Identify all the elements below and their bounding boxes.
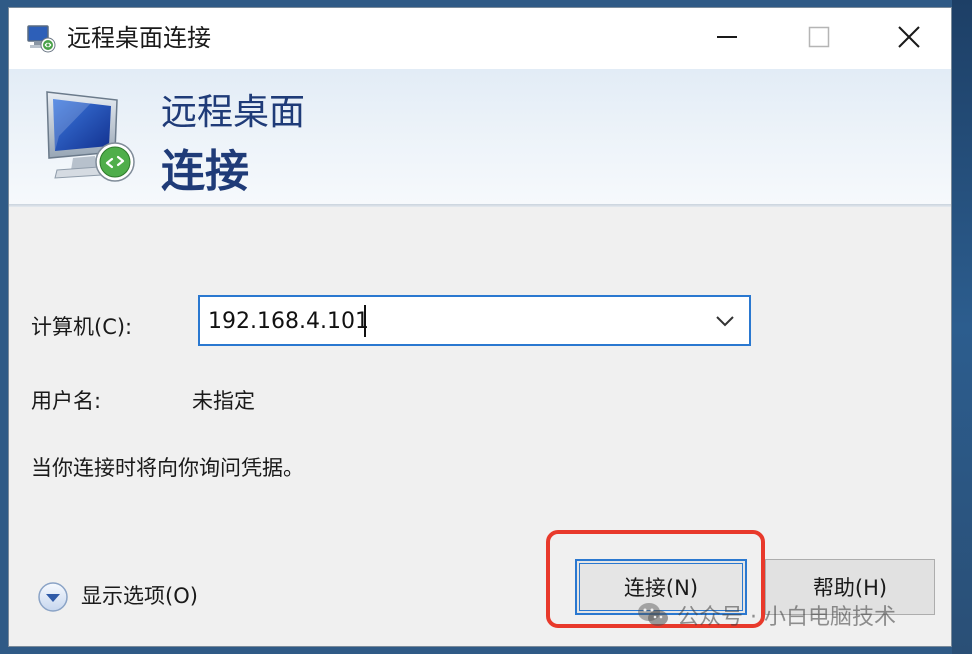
wechat-icon <box>638 603 668 626</box>
text-cursor <box>364 305 366 337</box>
minimize-button[interactable] <box>681 8 773 66</box>
username-label: 用户名: <box>31 389 102 413</box>
banner-title: 远程桌面 <box>161 92 306 133</box>
computer-combobox[interactable] <box>198 295 751 346</box>
show-options-button[interactable]: 显示选项(O) <box>81 582 198 610</box>
computer-label: 计算机(C): <box>31 315 133 339</box>
header-banner <box>9 69 951 204</box>
remote-desktop-window: 远程桌面连接 远程桌面 连接 计算机(C): 192.168.4.101 用户名… <box>8 7 952 647</box>
minimize-icon <box>717 36 737 38</box>
window-title: 远程桌面连接 <box>67 24 211 52</box>
close-button[interactable] <box>863 8 951 66</box>
expand-options-icon[interactable] <box>37 581 69 613</box>
watermark: 公众号 · 小白电脑技术 <box>637 598 896 632</box>
monitor-connection-icon <box>46 91 135 182</box>
chevron-down-icon[interactable] <box>712 309 738 333</box>
computer-input[interactable] <box>208 303 708 339</box>
close-icon <box>898 26 920 48</box>
banner-subtitle: 连接 <box>161 146 249 197</box>
desktop-background <box>952 0 972 654</box>
credentials-note: 当你连接时将向你询问凭据。 <box>31 456 304 480</box>
username-value: 未指定 <box>192 389 255 413</box>
maximize-button[interactable] <box>773 8 865 66</box>
watermark-text: 公众号 · 小白电脑技术 <box>677 605 896 630</box>
maximize-icon <box>808 26 830 48</box>
remote-desktop-app-icon <box>27 25 56 53</box>
title-bar: 远程桌面连接 <box>9 8 951 69</box>
banner-divider <box>9 204 951 207</box>
